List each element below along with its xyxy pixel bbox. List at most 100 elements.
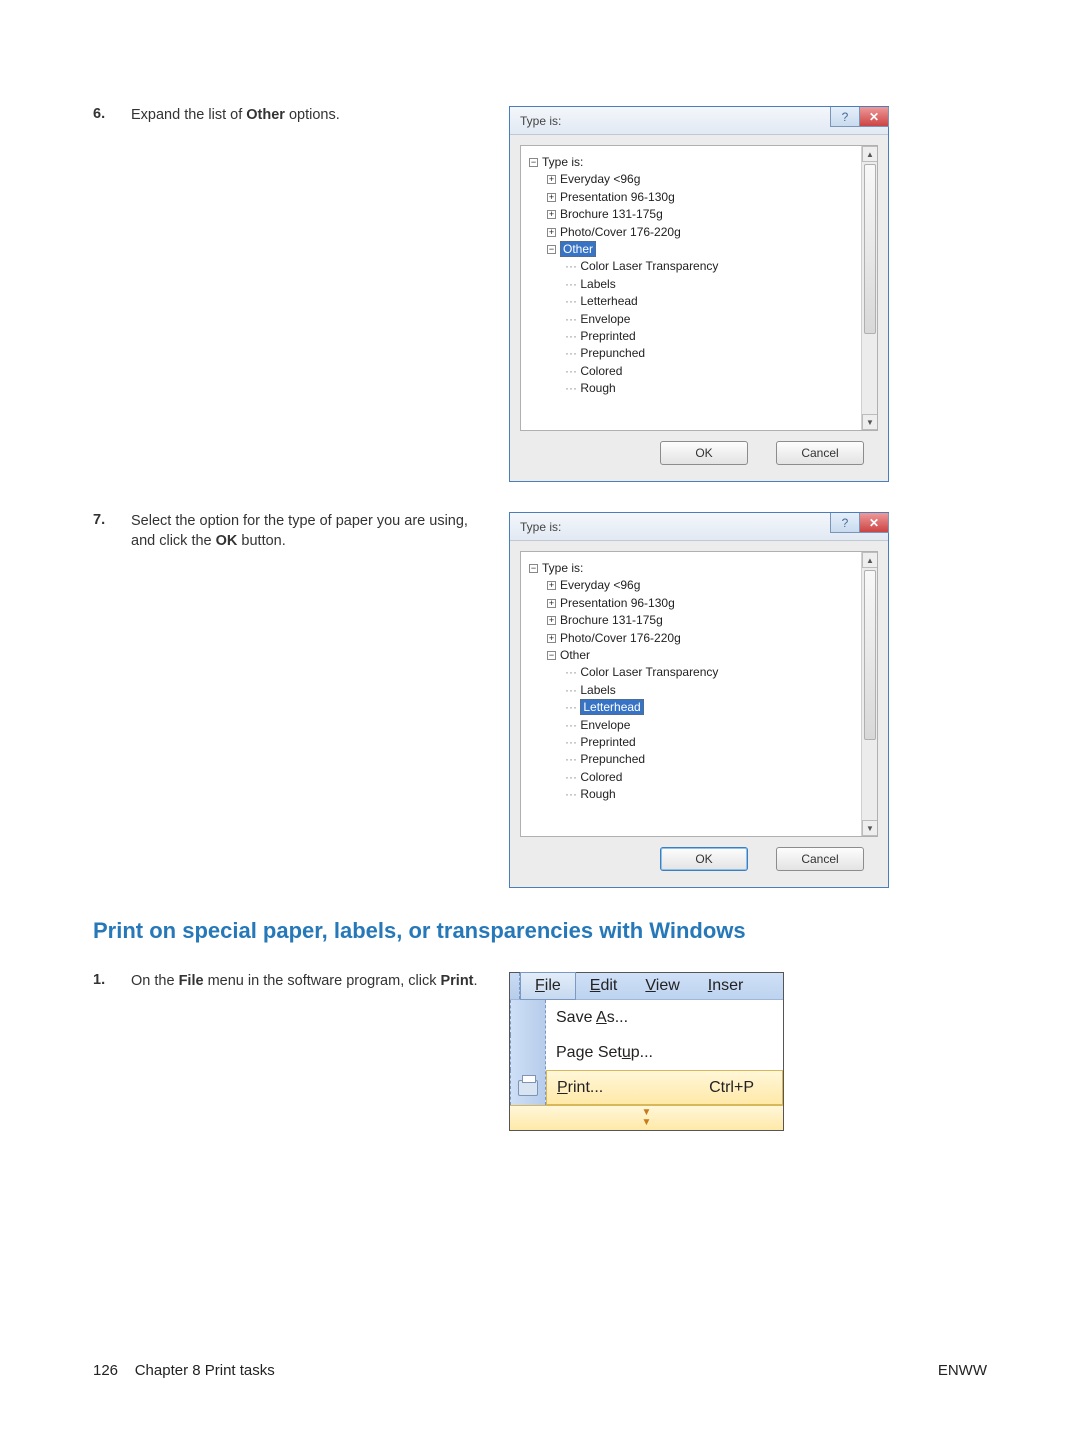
tree-item-photo[interactable]: +Photo/Cover 176-220g xyxy=(529,630,873,647)
ok-button[interactable]: OK xyxy=(660,441,748,465)
tree-item-color-laser-transparency[interactable]: ··· Color Laser Transparency xyxy=(529,664,873,681)
tree-item-everyday[interactable]: +Everyday <96g xyxy=(529,577,873,594)
cancel-button[interactable]: Cancel xyxy=(776,847,864,871)
expand-icon[interactable]: + xyxy=(547,228,556,237)
page-footer: 126 Chapter 8 Print tasks ENWW xyxy=(93,1362,987,1379)
step-number: 1. xyxy=(93,972,121,992)
tree-item-labels[interactable]: ··· Labels xyxy=(529,276,873,293)
expand-icon[interactable]: + xyxy=(547,193,556,202)
tree-item-colored[interactable]: ··· Colored xyxy=(529,769,873,786)
step-text: button. xyxy=(237,533,285,549)
close-icon: ✕ xyxy=(869,110,879,124)
step-6: 6. Expand the list of Other options. xyxy=(93,106,481,126)
tree-item-preprinted[interactable]: ··· Preprinted xyxy=(529,734,873,751)
chevron-down-icon: ▼▼ xyxy=(642,1108,652,1128)
ok-button[interactable]: OK xyxy=(660,847,748,871)
scroll-down-icon[interactable]: ▼ xyxy=(862,414,878,430)
dialog-titlebar[interactable]: Type is: ? ✕ xyxy=(510,107,888,135)
step-text: options. xyxy=(285,107,340,123)
close-button[interactable]: ✕ xyxy=(859,107,889,127)
expand-icon[interactable]: + xyxy=(547,581,556,590)
scrollbar[interactable]: ▲ ▼ xyxy=(861,146,877,430)
menubar-item-view[interactable]: View xyxy=(631,973,693,999)
expand-icon[interactable]: + xyxy=(547,634,556,643)
tree-item-colored[interactable]: ··· Colored xyxy=(529,363,873,380)
step-bold: Other xyxy=(246,107,285,123)
tree-root[interactable]: −Type is: xyxy=(529,560,873,577)
menubar-item-edit[interactable]: Edit xyxy=(576,973,632,999)
close-icon: ✕ xyxy=(869,516,879,530)
file-menu-screenshot: File Edit View Inser Save As... Page Set… xyxy=(509,972,784,1131)
step-text: Expand the list of xyxy=(131,107,246,123)
collapse-icon[interactable]: − xyxy=(529,158,538,167)
tree-item-prepunched[interactable]: ··· Prepunched xyxy=(529,345,873,362)
chapter-label: Chapter 8 Print tasks xyxy=(135,1362,275,1379)
step-body: Select the option for the type of paper … xyxy=(131,512,481,551)
expand-icon[interactable]: + xyxy=(547,210,556,219)
tree-item-presentation[interactable]: +Presentation 96-130g xyxy=(529,189,873,206)
cancel-button[interactable]: Cancel xyxy=(776,441,864,465)
tree-item-photo[interactable]: +Photo/Cover 176-220g xyxy=(529,224,873,241)
scrollbar[interactable]: ▲ ▼ xyxy=(861,552,877,836)
tree-item-rough[interactable]: ··· Rough xyxy=(529,380,873,397)
printer-icon xyxy=(518,1080,538,1096)
tree-pane: −Type is: +Everyday <96g +Presentation 9… xyxy=(520,551,878,837)
menu-item-print[interactable]: Print... Ctrl+P xyxy=(546,1070,783,1105)
close-button[interactable]: ✕ xyxy=(859,513,889,533)
tree-item-presentation[interactable]: +Presentation 96-130g xyxy=(529,595,873,612)
tree-item-prepunched[interactable]: ··· Prepunched xyxy=(529,751,873,768)
menu-expand-button[interactable]: ▼▼ xyxy=(510,1105,783,1130)
tree-item-labels[interactable]: ··· Labels xyxy=(529,682,873,699)
step-text: Select the option for the type of paper … xyxy=(131,513,468,549)
step-body: On the File menu in the software program… xyxy=(131,972,481,992)
tree-item-brochure[interactable]: +Brochure 131-175g xyxy=(529,206,873,223)
collapse-icon[interactable]: − xyxy=(529,564,538,573)
tree-item-brochure[interactable]: +Brochure 131-175g xyxy=(529,612,873,629)
scroll-thumb[interactable] xyxy=(864,570,876,740)
tree-item-preprinted[interactable]: ··· Preprinted xyxy=(529,328,873,345)
tree-item-color-laser-transparency[interactable]: ··· Color Laser Transparency xyxy=(529,258,873,275)
menubar: File Edit View Inser xyxy=(510,973,783,1000)
scroll-up-icon[interactable]: ▲ xyxy=(862,552,878,568)
expand-icon[interactable]: + xyxy=(547,616,556,625)
page-number: 126 xyxy=(93,1362,118,1379)
menubar-grip-icon[interactable] xyxy=(510,973,520,999)
dialog-title: Type is: xyxy=(520,520,561,534)
footer-right: ENWW xyxy=(938,1362,987,1379)
step-7: 7. Select the option for the type of pap… xyxy=(93,512,481,551)
menu-icon-slot xyxy=(510,1070,545,1105)
collapse-icon[interactable]: − xyxy=(547,651,556,660)
help-button[interactable]: ? xyxy=(830,513,860,533)
menubar-item-insert[interactable]: Inser xyxy=(694,973,750,999)
tree-item-envelope[interactable]: ··· Envelope xyxy=(529,717,873,734)
expand-icon[interactable]: + xyxy=(547,175,556,184)
step-number: 6. xyxy=(93,106,121,126)
tree-item-everyday[interactable]: +Everyday <96g xyxy=(529,171,873,188)
menu-icon-slot xyxy=(510,1000,545,1035)
tree-item-letterhead[interactable]: ··· Letterhead xyxy=(529,699,873,716)
step-number: 7. xyxy=(93,512,121,551)
scroll-thumb[interactable] xyxy=(864,164,876,334)
tree-item-other[interactable]: −Other xyxy=(529,241,873,258)
tree-item-envelope[interactable]: ··· Envelope xyxy=(529,311,873,328)
dialog-titlebar[interactable]: Type is: ? ✕ xyxy=(510,513,888,541)
menu-item-page-setup[interactable]: Page Setup... xyxy=(546,1035,783,1070)
dialog-title: Type is: xyxy=(520,114,561,128)
tree-item-other[interactable]: −Other xyxy=(529,647,873,664)
expand-icon[interactable]: + xyxy=(547,599,556,608)
step-text: On the xyxy=(131,973,179,989)
menubar-item-file[interactable]: File xyxy=(520,972,576,1000)
scroll-down-icon[interactable]: ▼ xyxy=(862,820,878,836)
help-button[interactable]: ? xyxy=(830,107,860,127)
tree-item-rough[interactable]: ··· Rough xyxy=(529,786,873,803)
menu-item-save-as[interactable]: Save As... xyxy=(546,1000,783,1035)
step-bold: OK xyxy=(216,533,238,549)
tree-item-letterhead[interactable]: ··· Letterhead xyxy=(529,293,873,310)
scroll-up-icon[interactable]: ▲ xyxy=(862,146,878,162)
collapse-icon[interactable]: − xyxy=(547,245,556,254)
step-text: . xyxy=(474,973,478,989)
type-is-dialog-expanded-other: Type is: ? ✕ −Type is: +Everyday <96g +P… xyxy=(509,106,889,482)
file-menu-dropdown: Save As... Page Setup... Print... Ctrl+P xyxy=(510,1000,783,1105)
step-text: menu in the software program, click xyxy=(204,973,441,989)
tree-root[interactable]: −Type is: xyxy=(529,154,873,171)
